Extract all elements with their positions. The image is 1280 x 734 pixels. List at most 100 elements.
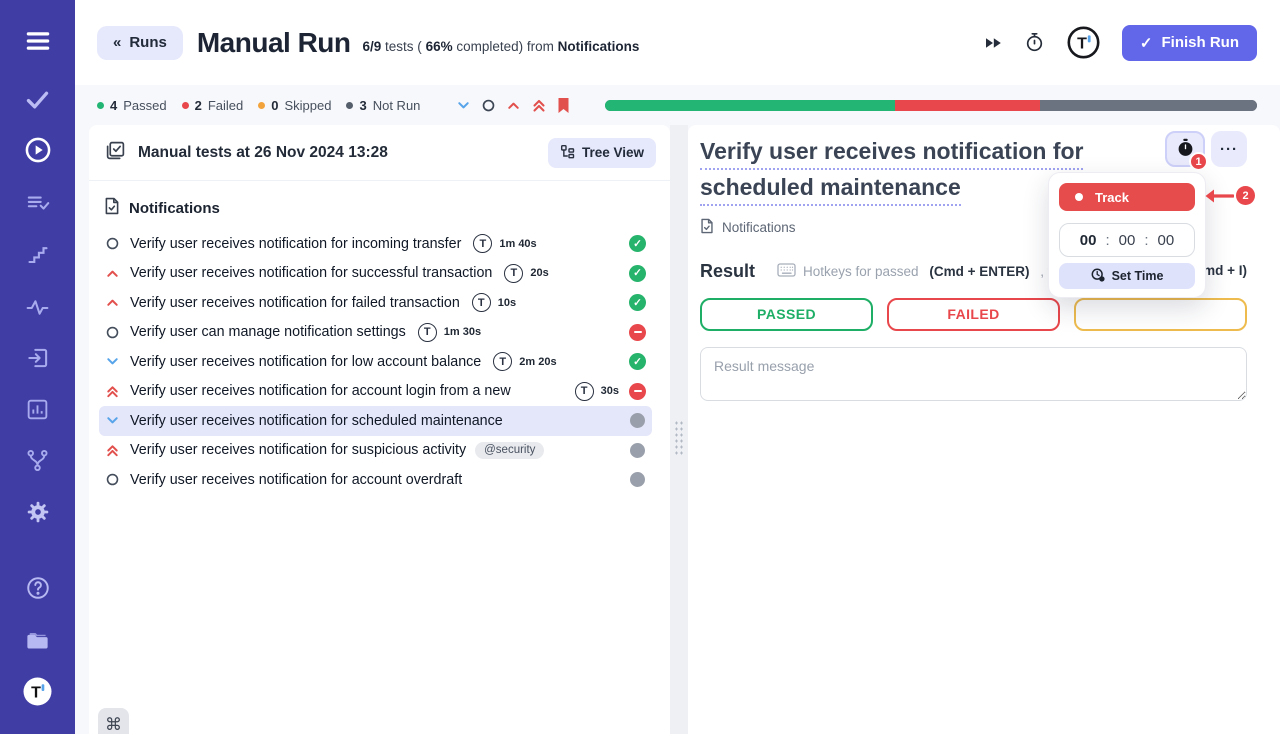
status-passed-icon: ✓ (629, 265, 646, 282)
tests-check-icon[interactable] (0, 86, 75, 113)
import-icon[interactable] (0, 345, 75, 371)
test-meta: T 10s (472, 293, 516, 312)
track-button[interactable]: Track (1059, 183, 1195, 211)
progress-failed-segment (895, 100, 1040, 111)
filter-circle-icon[interactable] (481, 98, 496, 113)
duration-label: 10s (498, 297, 516, 309)
panel-resize-divider[interactable] (670, 125, 688, 734)
steps-icon[interactable] (0, 243, 75, 267)
priority-chevron-up-icon (104, 266, 120, 281)
skipped-button[interactable] (1074, 298, 1247, 331)
filter-bookmark-icon[interactable] (557, 97, 570, 114)
failed-button[interactable]: FAILED (887, 298, 1060, 331)
status-count-skipped: 0Skipped (258, 98, 331, 113)
projects-folder-icon[interactable] (0, 626, 75, 653)
tree-icon (560, 144, 575, 162)
result-message-input[interactable] (700, 347, 1247, 401)
test-meta: T1m 30s (418, 323, 481, 342)
keyboard-icon (777, 263, 796, 280)
test-row[interactable]: Verify user receives notification for su… (99, 259, 652, 289)
test-row[interactable]: Verify user receives notification for in… (99, 229, 652, 259)
test-row[interactable]: Verify user receives notification for ac… (99, 377, 652, 407)
filter-chevrons-up-icon[interactable] (531, 97, 547, 113)
status-bar: 4Passed2Failed0Skipped3Not Run (75, 85, 1280, 125)
test-title: Verify user receives notification for ac… (130, 383, 511, 399)
hotkeys-hint-tail: md + I) (1203, 263, 1247, 278)
more-options-button[interactable]: ··· (1211, 131, 1247, 167)
detail-actions: 1 ··· (1165, 131, 1247, 167)
testomatio-logo-icon: T (473, 234, 492, 253)
priority-chevrons-up-icon (104, 443, 120, 458)
annotation-step-1-badge: 1 (1189, 152, 1208, 171)
finish-run-label: Finish Run (1162, 34, 1240, 51)
test-list: Verify user receives notification for in… (89, 229, 670, 495)
status-failed-icon (629, 383, 646, 400)
priority-circle-icon (104, 236, 120, 251)
test-title: Verify user receives notification for lo… (130, 354, 481, 370)
test-list-panel: Manual tests at 26 Nov 2024 13:28 Tree V… (89, 125, 670, 734)
filter-chevron-up-icon[interactable] (506, 98, 521, 113)
duration-label: 1m 40s (499, 238, 536, 250)
command-palette-button[interactable]: ⌘ (98, 708, 129, 734)
back-to-runs-button[interactable]: « Runs (97, 26, 183, 60)
analytics-icon[interactable] (0, 397, 75, 422)
status-counts: 4Passed2Failed0Skipped3Not Run (97, 98, 420, 113)
status-failed-icon (629, 324, 646, 341)
filter-chevron-down-icon[interactable] (456, 98, 471, 113)
passed-dot-icon (97, 102, 104, 109)
run-stats: 6/9 tests ( 66% completed) from Notifica… (363, 39, 640, 54)
set-time-button[interactable]: Set Time (1059, 263, 1195, 289)
menu-icon[interactable] (0, 26, 75, 56)
test-title: Verify user can manage notification sett… (130, 324, 406, 340)
priority-chevrons-up-icon (104, 384, 120, 399)
svg-text:T: T (31, 685, 41, 702)
timer-button[interactable]: 1 (1165, 131, 1205, 167)
brand-logo-icon: T (0, 676, 75, 707)
runs-play-icon[interactable] (0, 136, 75, 164)
plans-list-icon[interactable] (0, 190, 75, 216)
status-count-failed: 2Failed (182, 98, 244, 113)
branch-icon[interactable] (0, 448, 75, 473)
chevron-double-left-icon: « (113, 34, 121, 51)
test-row[interactable]: Verify user receives notification for fa… (99, 288, 652, 318)
notrun-dot-icon (346, 102, 353, 109)
app-logo-icon: T (1067, 26, 1100, 59)
settings-gear-icon[interactable] (0, 499, 75, 525)
tree-view-button[interactable]: Tree View (548, 138, 656, 168)
duration-label: 2m 20s (519, 356, 556, 368)
test-row[interactable]: Verify user receives notification for su… (99, 436, 652, 466)
clock-settings-icon (1091, 268, 1105, 285)
failed-dot-icon (182, 102, 189, 109)
test-title: Verify user receives notification for su… (130, 442, 466, 458)
test-row[interactable]: Verify user receives notification for ac… (99, 465, 652, 495)
testomatio-logo-icon: T (504, 264, 523, 283)
document-icon (700, 218, 714, 237)
testomatio-logo-icon: T (575, 382, 594, 401)
drag-grip-icon[interactable] (674, 420, 684, 456)
priority-chevron-down-icon (104, 354, 120, 369)
testomatio-logo-icon: T (472, 293, 491, 312)
timer-history-icon[interactable] (1024, 32, 1045, 53)
status-notrun-icon (630, 443, 645, 458)
status-count-passed: 4Passed (97, 98, 167, 113)
test-title-editable[interactable]: Verify user receives notification for sc… (700, 138, 1083, 206)
test-meta: T2m 20s (493, 352, 556, 371)
finish-run-button[interactable]: ✓ Finish Run (1122, 25, 1257, 61)
test-title: Verify user receives notification for fa… (130, 295, 460, 311)
passed-button[interactable]: PASSED (700, 298, 873, 331)
test-row[interactable]: Verify user can manage notification sett… (99, 318, 652, 348)
pulse-icon[interactable] (0, 295, 75, 320)
fast-forward-icon[interactable] (984, 36, 1002, 50)
test-row[interactable]: Verify user receives notification for lo… (99, 347, 652, 377)
hours-field[interactable]: 00 (1080, 232, 1097, 249)
test-title: Verify user receives notification for ac… (130, 472, 462, 488)
svg-text:T: T (1077, 36, 1087, 53)
help-icon[interactable] (0, 575, 75, 601)
test-row[interactable]: Verify user receives notification for sc… (99, 406, 652, 436)
minutes-field[interactable]: 00 (1119, 232, 1136, 249)
suite-group-row[interactable]: Notifications (89, 181, 670, 227)
testomatio-logo-icon: T (418, 323, 437, 342)
result-label: Result (700, 261, 755, 282)
seconds-field[interactable]: 00 (1158, 232, 1175, 249)
time-separator: : (1144, 232, 1148, 249)
